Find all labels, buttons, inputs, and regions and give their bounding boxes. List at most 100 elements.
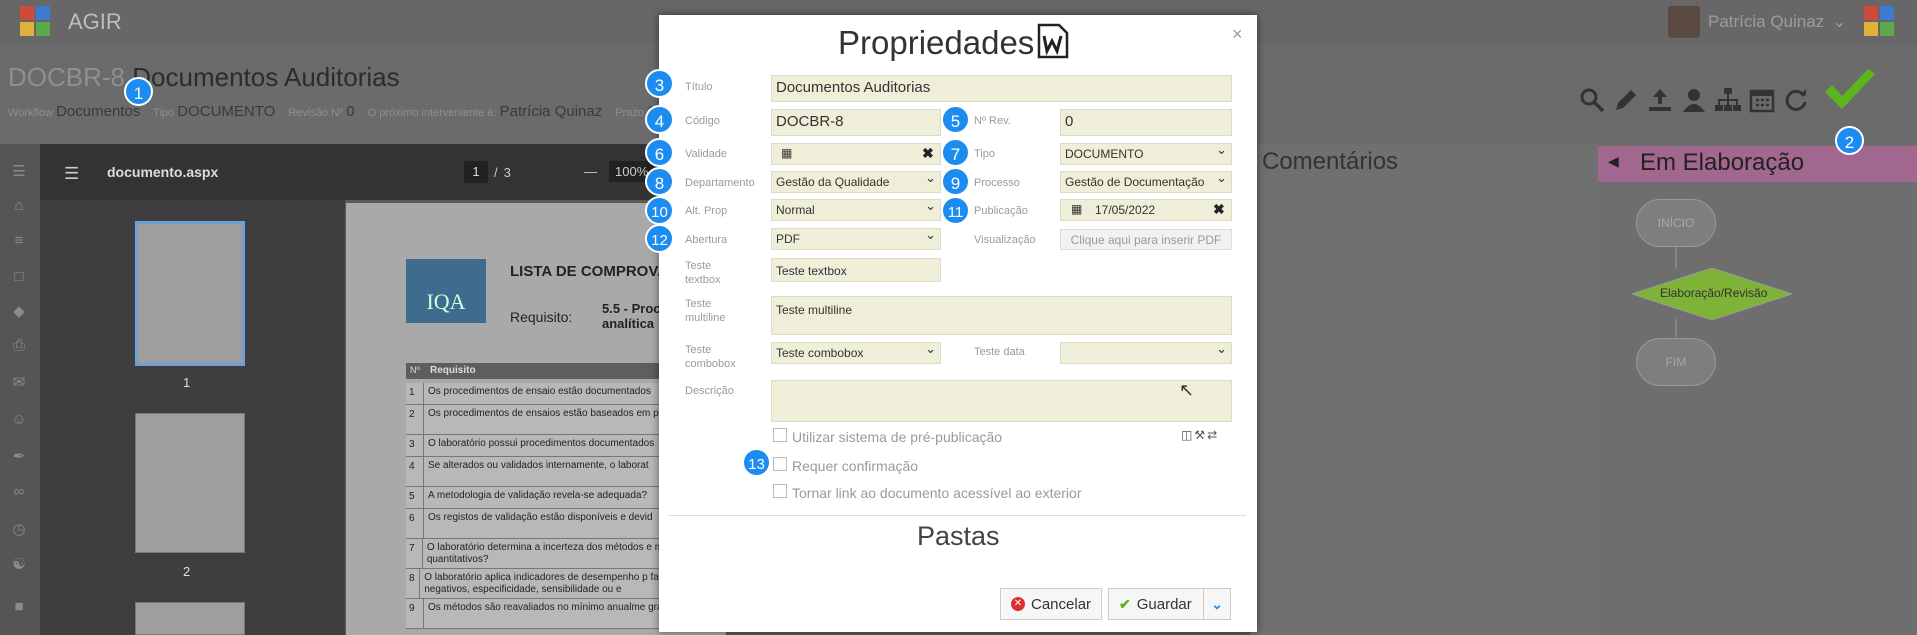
refresh-icon[interactable] xyxy=(1782,86,1810,114)
codigo-field[interactable]: DOCBR-8 xyxy=(771,109,941,136)
paper-title: LISTA DE COMPROVA xyxy=(510,263,669,280)
close-icon[interactable]: × xyxy=(1232,24,1243,45)
flow-node-start[interactable]: INÍCIO xyxy=(1636,199,1716,247)
row-number: 6 xyxy=(406,509,424,538)
annotation-badge: 8 xyxy=(645,167,674,196)
sitemap-icon[interactable] xyxy=(1714,86,1742,114)
link-icon[interactable]: ∞ xyxy=(9,484,29,500)
home-icon[interactable]: ⌂ xyxy=(9,198,29,214)
attach-icon[interactable]: ✒ xyxy=(9,449,29,465)
departamento-select[interactable]: Gestão da Qualidade xyxy=(771,171,941,193)
page-indicator: 1 / 3 xyxy=(464,161,511,183)
tipo-select[interactable]: DOCUMENTO xyxy=(1060,143,1232,165)
row-text: Os procedimentos de ensaios estão basead… xyxy=(428,408,686,419)
row-number: 7 xyxy=(406,539,423,568)
meta-label: Tipo xyxy=(153,107,175,119)
agir-logo[interactable] xyxy=(18,2,58,42)
zoom-out-button[interactable]: — xyxy=(584,164,597,179)
pdf-filename: documento.aspx xyxy=(107,164,219,180)
clock-icon[interactable]: ◷ xyxy=(9,522,29,538)
page-thumbnail[interactable] xyxy=(135,221,245,366)
prepublication-checkbox[interactable] xyxy=(773,428,787,442)
label-altprop: Alt. Prop xyxy=(685,205,728,217)
col-req: Requisito xyxy=(430,365,476,376)
validade-field[interactable] xyxy=(771,143,941,165)
meta-label: Prazo xyxy=(615,107,645,119)
user-menu[interactable]: Patrícia Quinaz ⌄ xyxy=(1668,6,1846,38)
tools-icon[interactable]: ◫⚒⇄ xyxy=(1181,428,1219,442)
save-button[interactable]: ✔ Guardar xyxy=(1108,588,1204,620)
document-toolbar xyxy=(1578,86,1810,114)
tag-icon[interactable]: ◆ xyxy=(9,304,29,320)
document-code: DOCBR-8 xyxy=(8,62,126,92)
annotation-badge: 10 xyxy=(645,196,674,225)
page-thumbnail[interactable] xyxy=(135,413,245,553)
user-name: Patrícia Quinaz xyxy=(1708,12,1825,31)
processo-select[interactable]: Gestão de Documentação xyxy=(1060,171,1232,193)
contacts-icon[interactable]: ☺ xyxy=(9,412,29,428)
visualizacao-pdf-button[interactable]: Clique aqui para inserir PDF xyxy=(1060,229,1232,250)
mouse-cursor-icon: ↖ xyxy=(1179,380,1195,400)
check-icon[interactable] xyxy=(1822,68,1878,116)
page-number-input[interactable]: 1 xyxy=(464,161,488,183)
annotation-badge: 1 xyxy=(124,77,153,106)
label-nrev: Nº Rev. xyxy=(974,115,1011,127)
label-testetextbox: Teste textbox xyxy=(685,260,721,286)
publicacao-field[interactable]: 17/05/2022 xyxy=(1060,199,1232,221)
flow-node-end[interactable]: FIM xyxy=(1636,338,1716,386)
calendar-icon[interactable]: ▦ xyxy=(1071,202,1082,216)
nrev-field[interactable]: 0 xyxy=(1060,109,1232,136)
paper-req-label: Requisito: xyxy=(510,309,573,325)
row-number: 8 xyxy=(406,569,421,598)
page-total: 3 xyxy=(503,164,511,180)
cancel-button[interactable]: ✕ Cancelar xyxy=(1000,588,1103,620)
calendar-icon[interactable]: ▦ xyxy=(781,146,792,160)
calendar-icon[interactable] xyxy=(1748,86,1776,114)
comments-panel xyxy=(1250,144,1600,635)
testecombobox-select[interactable]: Teste combobox xyxy=(771,342,941,364)
clear-icon[interactable]: ✖ xyxy=(1213,201,1225,218)
testetextbox-field[interactable]: Teste textbox xyxy=(771,258,941,282)
page-title: DOCBR-8 Documentos Auditorias xyxy=(8,62,400,93)
mail-icon[interactable]: ✉ xyxy=(9,375,29,391)
edit-icon[interactable] xyxy=(1612,86,1640,114)
label-testedata: Teste data xyxy=(974,346,1025,358)
menu-icon[interactable]: ☰ xyxy=(9,164,29,180)
row-text: Se alterados ou validados internamente, … xyxy=(428,460,649,471)
agir-logo-right[interactable] xyxy=(1862,2,1902,42)
annotation-badge: 9 xyxy=(941,167,970,196)
row-text: O laboratório possui procedimentos docum… xyxy=(428,438,655,449)
require-confirmation-checkbox[interactable] xyxy=(773,457,787,471)
file-icon[interactable]: □ xyxy=(9,269,29,285)
upload-icon[interactable] xyxy=(1646,86,1674,114)
row-text: A metodologia de validação revela-se ade… xyxy=(428,490,648,501)
label-testecombobox: Teste combobox xyxy=(685,344,736,370)
save-options-dropdown[interactable]: ⌄ xyxy=(1203,588,1231,620)
collapse-left-icon[interactable]: ◀ xyxy=(1608,153,1619,170)
user-icon[interactable] xyxy=(1680,86,1708,114)
print-icon[interactable]: ⎙ xyxy=(9,338,29,354)
accessibility-icon[interactable]: ☯ xyxy=(9,557,29,573)
testedata-select[interactable] xyxy=(1060,342,1232,364)
sidebar-toggle-icon[interactable]: ☰ xyxy=(64,164,79,184)
dialog-title: Propriedades xyxy=(838,24,1035,61)
check-icon: ✔ xyxy=(1119,595,1131,612)
search-icon[interactable] xyxy=(1578,86,1606,114)
external-link-label: Tornar link ao documento acessível ao ex… xyxy=(792,485,1082,501)
annotation-badge: 13 xyxy=(742,448,771,477)
comments-title: Comentários xyxy=(1262,148,1399,175)
list-icon[interactable]: ≡ xyxy=(9,233,29,249)
testemultiline-field[interactable]: Teste multiline xyxy=(771,296,1232,335)
briefcase-icon[interactable]: ■ xyxy=(9,599,29,615)
altprop-select[interactable]: Normal xyxy=(771,199,941,221)
folders-title: Pastas xyxy=(917,521,1000,551)
page-thumbnail[interactable] xyxy=(135,602,245,635)
titulo-field[interactable]: Documentos Auditorias xyxy=(771,75,1232,102)
descricao-field[interactable] xyxy=(771,380,1232,422)
external-link-checkbox[interactable] xyxy=(773,484,787,498)
clear-icon[interactable]: ✖ xyxy=(922,145,934,162)
annotation-badge: 2 xyxy=(1835,126,1864,155)
meta-label: O próximo interveniente é: xyxy=(367,107,497,119)
abertura-select[interactable]: PDF xyxy=(771,228,941,250)
annotation-badge: 7 xyxy=(941,138,970,167)
